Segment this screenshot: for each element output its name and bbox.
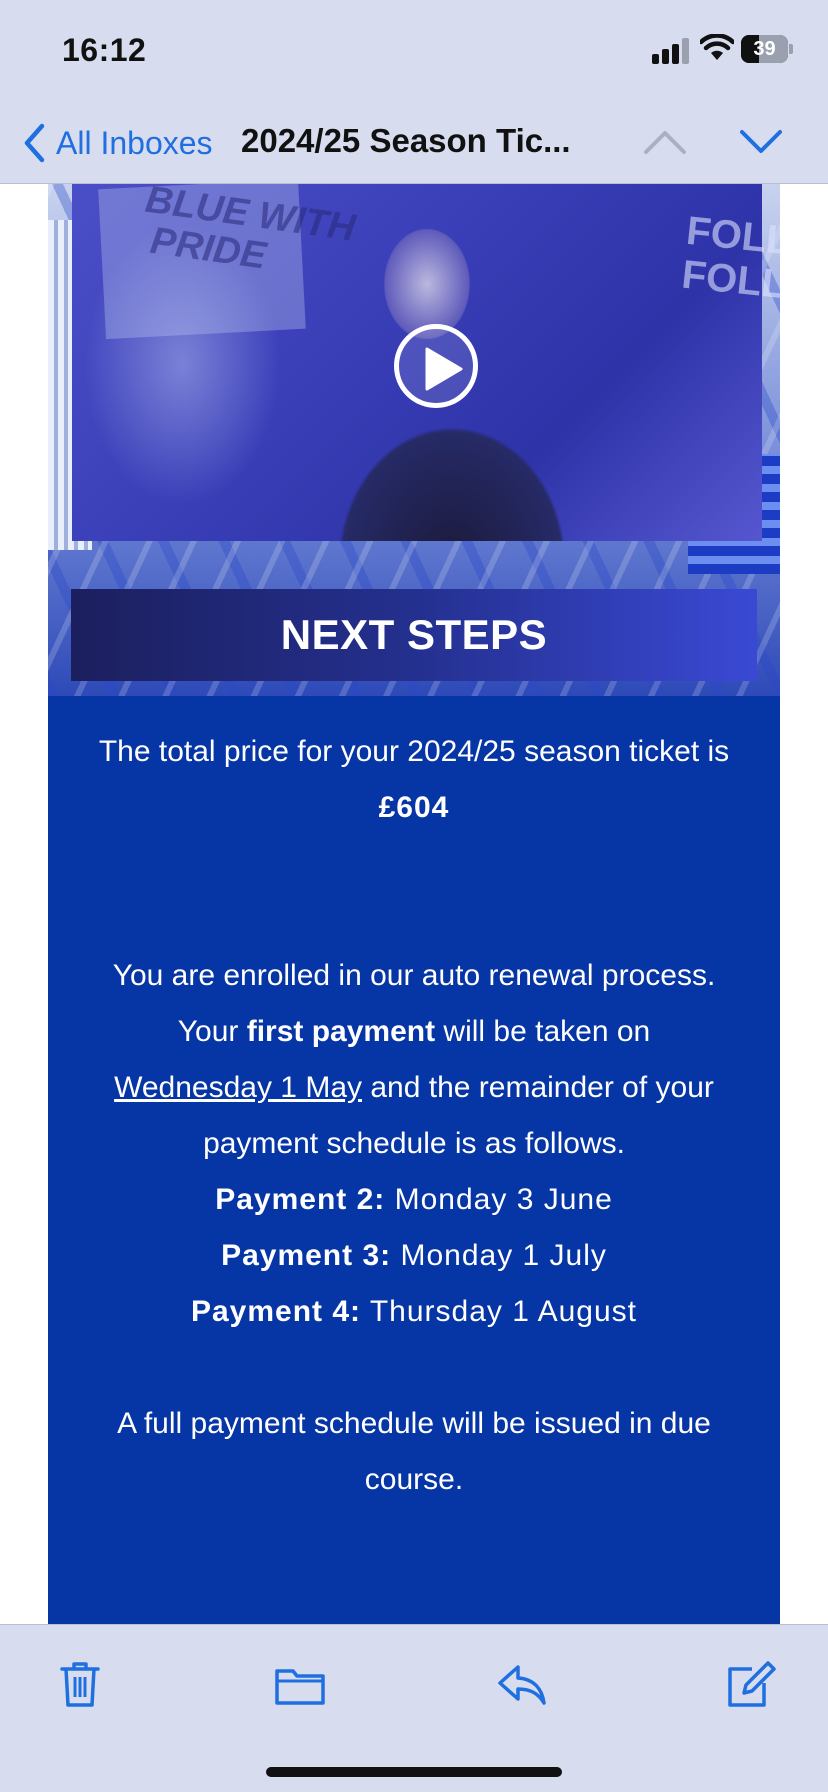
total-price-label: The total price for your 2024/25 season … bbox=[98, 735, 730, 768]
mail-nav-bar: All Inboxes 2024/25 Season Tic... bbox=[0, 102, 828, 184]
enrolment-pre: Your bbox=[177, 1015, 247, 1048]
back-button-label: All Inboxes bbox=[56, 124, 213, 161]
next-steps-heading: NEXT STEPS bbox=[280, 611, 548, 658]
total-price-value: £604 bbox=[378, 791, 450, 824]
status-time: 16:12 bbox=[62, 32, 147, 68]
back-button[interactable]: All Inboxes bbox=[22, 120, 213, 166]
first-payment-bold: first payment bbox=[246, 1015, 436, 1048]
compose-button[interactable] bbox=[718, 1655, 778, 1715]
folder-icon bbox=[275, 1669, 325, 1705]
payment-label: Payment 4: bbox=[190, 1295, 362, 1328]
payment-row: Payment 3: Monday 1 July bbox=[48, 1228, 780, 1284]
email-subject: 2024/25 Season Tic... bbox=[241, 122, 571, 159]
payment-row: Payment 2: Monday 3 June bbox=[48, 1172, 780, 1228]
delete-button[interactable] bbox=[50, 1655, 110, 1715]
payment-date: Monday 1 July bbox=[391, 1239, 607, 1272]
move-to-folder-button[interactable] bbox=[270, 1655, 330, 1715]
chevron-left-icon bbox=[24, 123, 45, 163]
play-video-button[interactable] bbox=[394, 324, 478, 408]
previous-message-button[interactable] bbox=[642, 122, 688, 162]
trash-icon bbox=[60, 1662, 100, 1707]
compose-icon bbox=[728, 1661, 776, 1707]
next-steps-banner: NEXT STEPS bbox=[71, 589, 757, 681]
enrolment-post: will be taken on bbox=[435, 1015, 651, 1048]
payment-info-panel: The total price for your 2024/25 season … bbox=[48, 696, 780, 1624]
schedule-note: A full payment schedule will be issued i… bbox=[117, 1407, 711, 1496]
status-bar: 16:12 39 bbox=[0, 0, 828, 102]
payment-label: Payment 2: bbox=[215, 1183, 386, 1216]
fan-banner-graphic-right: FOLL FOLL bbox=[679, 208, 780, 308]
payment-row: Payment 4: Thursday 1 August bbox=[48, 1284, 780, 1340]
battery-percent: 39 bbox=[753, 38, 776, 60]
payment-label: Payment 3: bbox=[221, 1239, 392, 1272]
reply-button[interactable] bbox=[492, 1655, 552, 1715]
hero-image: BLUE WITH PRIDE FOLL FOLL NEXT STEPS bbox=[48, 184, 780, 696]
battery-icon: 39 bbox=[741, 35, 793, 63]
play-icon bbox=[425, 347, 463, 391]
chevron-up-icon bbox=[644, 131, 686, 154]
video-thumbnail[interactable]: BLUE WITH PRIDE FOLL FOLL bbox=[72, 184, 780, 541]
first-payment-date-link[interactable]: Wednesday 1 May bbox=[114, 1071, 362, 1104]
next-message-button[interactable] bbox=[738, 122, 784, 162]
payment-date: Monday 3 June bbox=[385, 1183, 613, 1216]
cellular-signal-icon bbox=[652, 38, 690, 64]
enrolment-line: You are enrolled in our auto renewal pro… bbox=[112, 959, 716, 992]
home-indicator[interactable] bbox=[266, 1767, 562, 1777]
chevron-down-icon bbox=[740, 130, 782, 153]
wifi-icon bbox=[698, 33, 736, 62]
total-price-text: The total price for your 2024/25 season … bbox=[88, 724, 740, 836]
reply-icon bbox=[498, 1665, 546, 1705]
email-body: BLUE WITH PRIDE FOLL FOLL NEXT STEPS The … bbox=[0, 184, 828, 1624]
payment-date: Thursday 1 August bbox=[361, 1295, 638, 1328]
enrolment-text: You are enrolled in our auto renewal pro… bbox=[88, 948, 740, 1172]
